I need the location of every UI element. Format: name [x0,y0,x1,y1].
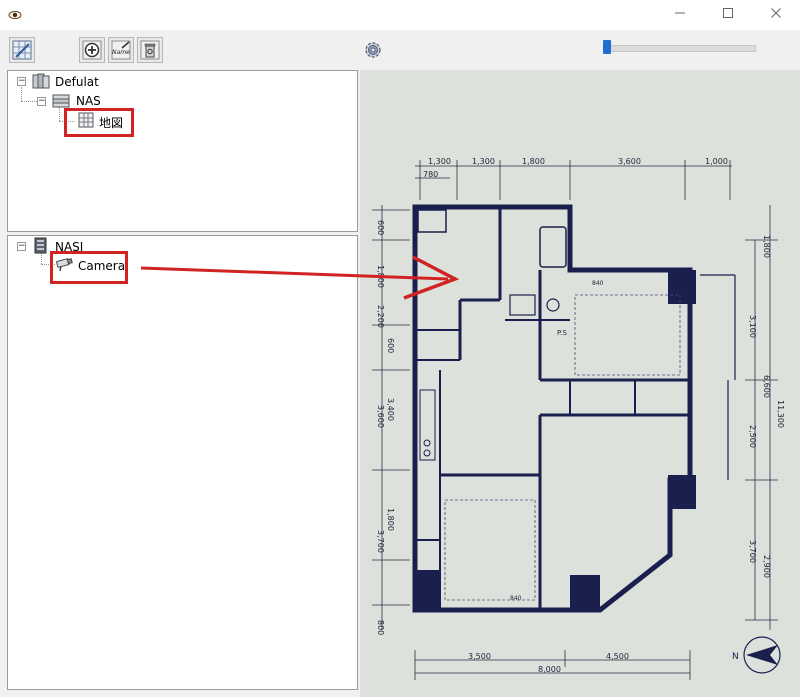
close-button[interactable] [764,4,788,26]
dim-bottom-total: 8,000 [538,665,561,674]
name-icon-text: Name [112,49,130,56]
tree-item-nas[interactable]: NAS [76,94,101,108]
dim-left-2: 1,800 [376,265,385,288]
dim-top-2: 1,300 [472,157,495,166]
rename-button[interactable]: Name [108,37,134,63]
dim-top-4: 3,600 [618,157,641,166]
tree-item-defulat[interactable]: Defulat [55,75,99,89]
storage-icon [52,94,70,108]
dim-top-3: 1,800 [522,157,545,166]
eye-icon [8,10,22,20]
dim-left-3: 2,200 [376,305,385,328]
dim-bottom-1: 3,500 [468,652,491,661]
room-label-1: 840 [592,280,604,287]
maximize-button[interactable] [716,4,740,26]
zoom-slider-track[interactable] [606,45,756,52]
dim-left-5: 3,400 [386,398,395,421]
dim-left-1: 600 [376,220,385,235]
minimize-icon [675,12,685,14]
expander-nas[interactable]: − [37,97,46,106]
minimize-button[interactable] [668,4,692,26]
trash-icon [140,40,160,60]
map-view[interactable]: 1,300 1,300 1,800 3,600 1,000 780 600 1,… [360,70,800,697]
gear-icon [365,42,381,58]
zoom-slider-thumb[interactable] [603,40,611,54]
dim-right-inner-2: 3,100 [748,315,757,338]
add-circle-icon [82,40,102,60]
dim-left-9: 800 [376,620,385,635]
highlight-box-camera [50,251,128,284]
map-edit-button[interactable] [9,37,35,63]
device-tree-panel[interactable]: − Defulat − NAS 地図 [7,70,358,232]
dim-right-outer-3: 2,900 [762,555,771,578]
floor-plan[interactable]: 1,300 1,300 1,800 3,600 1,000 780 600 1,… [360,70,800,697]
camera-tree-panel[interactable]: − NASI Camera [7,235,358,690]
rename-icon: Name [111,40,131,60]
expander-nasi[interactable]: − [17,242,26,251]
nas-device-icon [34,237,47,254]
dim-left-7: 1,800 [386,508,395,531]
room-label-2: 840 [510,595,522,602]
dim-top-small: 780 [423,170,438,179]
dim-right-outer-1: 6,600 [762,375,771,398]
dim-bottom-2: 4,500 [606,652,629,661]
settings-button[interactable] [360,37,386,63]
map-edit-icon [12,40,32,60]
dim-left-6: 3,600 [376,405,385,428]
dim-right-inner-3: 2,500 [748,425,757,448]
maximize-icon [723,8,733,18]
add-button[interactable] [79,37,105,63]
dim-right-inner-4: 3,700 [748,540,757,563]
highlight-box-map [64,108,134,137]
dim-top-5: 1,000 [705,157,728,166]
delete-button[interactable] [137,37,163,63]
dim-right-inner-1: 1,800 [762,235,771,258]
dim-top-1: 1,300 [428,157,451,166]
compass-label: N [732,652,739,662]
expander-defulat[interactable]: − [17,77,26,86]
title-bar [0,0,800,30]
dim-left-4: 600 [386,338,395,353]
close-icon [771,8,781,18]
dim-right-outer-2: 11,300 [776,400,785,428]
dim-left-8: 3,700 [376,530,385,553]
room-label-ps: P.S [557,329,567,337]
server-icon [32,73,50,89]
